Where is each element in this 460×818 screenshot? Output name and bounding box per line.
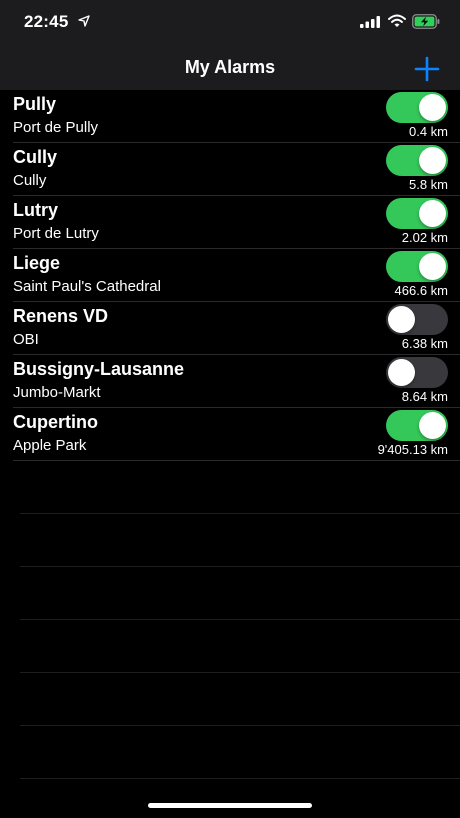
alarm-distance: 9'405.13 km — [377, 442, 448, 457]
alarm-place: Saint Paul's Cathedral — [13, 278, 161, 295]
alarm-place: Port de Pully — [13, 119, 99, 136]
alarm-distance: 8.64 km — [401, 389, 448, 404]
empty-row-separator — [20, 725, 460, 726]
alarm-row[interactable]: Cupertino Apple Park 9'405.13 km — [0, 408, 460, 461]
alarm-name: Cully — [13, 147, 58, 167]
navigation-bar: My Alarms — [0, 44, 460, 90]
alarm-place: Port de Lutry — [13, 225, 99, 242]
alarm-list: Pully Port de Pully 0.4 km Cully Cully 5.8 km… — [0, 90, 460, 461]
alarm-row[interactable]: Liege Saint Paul's Cathedral 466.6 km — [0, 249, 460, 302]
alarm-row[interactable]: Bussigny-Lausanne Jumbo-Markt 8.64 km — [0, 355, 460, 408]
plus-icon[interactable] — [410, 52, 444, 86]
toggle-knob — [419, 147, 446, 174]
alarm-distance: 5.8 km — [408, 177, 448, 192]
battery-charging-icon — [412, 14, 440, 29]
location-arrow-icon — [78, 15, 90, 27]
alarm-distance: 0.4 km — [408, 124, 448, 139]
alarm-place: Cully — [13, 172, 47, 189]
empty-row-separator — [20, 778, 460, 779]
wifi-icon — [388, 14, 406, 27]
toggle-knob — [388, 359, 415, 386]
alarm-enabled-toggle[interactable] — [386, 145, 448, 176]
toggle-knob — [419, 253, 446, 280]
empty-row-separator — [20, 672, 460, 673]
alarm-place: Jumbo-Markt — [13, 384, 101, 401]
alarm-name: Liege — [13, 253, 61, 273]
alarm-name: Cupertino — [13, 412, 98, 432]
alarm-name: Bussigny-Lausanne — [13, 359, 185, 379]
status-time: 22:45 — [24, 12, 69, 31]
alarm-enabled-toggle[interactable] — [386, 198, 448, 229]
alarm-row[interactable]: Lutry Port de Lutry 2.02 km — [0, 196, 460, 249]
toggle-knob — [419, 412, 446, 439]
alarm-enabled-toggle[interactable] — [386, 410, 448, 441]
page-title: My Alarms — [184, 57, 276, 77]
alarm-row[interactable]: Pully Port de Pully 0.4 km — [0, 90, 460, 143]
alarm-distance: 2.02 km — [401, 230, 448, 245]
empty-row-separator — [20, 566, 460, 567]
toggle-knob — [419, 94, 446, 121]
alarm-distance: 6.38 km — [401, 336, 448, 351]
alarm-name: Pully — [13, 94, 57, 114]
toggle-knob — [419, 200, 446, 227]
alarm-distance: 466.6 km — [394, 283, 448, 298]
home-indicator — [148, 803, 312, 808]
toggle-knob — [388, 306, 415, 333]
alarm-enabled-toggle[interactable] — [386, 251, 448, 282]
alarm-row[interactable]: Cully Cully 5.8 km — [0, 143, 460, 196]
empty-row-separator — [20, 619, 460, 620]
alarm-enabled-toggle[interactable] — [386, 304, 448, 335]
status-bar: 22:45 — [0, 0, 460, 44]
empty-row-separator — [20, 513, 460, 514]
alarm-place: Apple Park — [13, 437, 87, 454]
alarm-name: Lutry — [13, 200, 58, 220]
alarm-row[interactable]: Renens VD OBI 6.38 km — [0, 302, 460, 355]
alarm-place: OBI — [13, 331, 39, 348]
cellular-signal-icon — [360, 16, 380, 28]
alarm-enabled-toggle[interactable] — [386, 357, 448, 388]
alarm-enabled-toggle[interactable] — [386, 92, 448, 123]
alarm-name: Renens VD — [13, 306, 109, 326]
